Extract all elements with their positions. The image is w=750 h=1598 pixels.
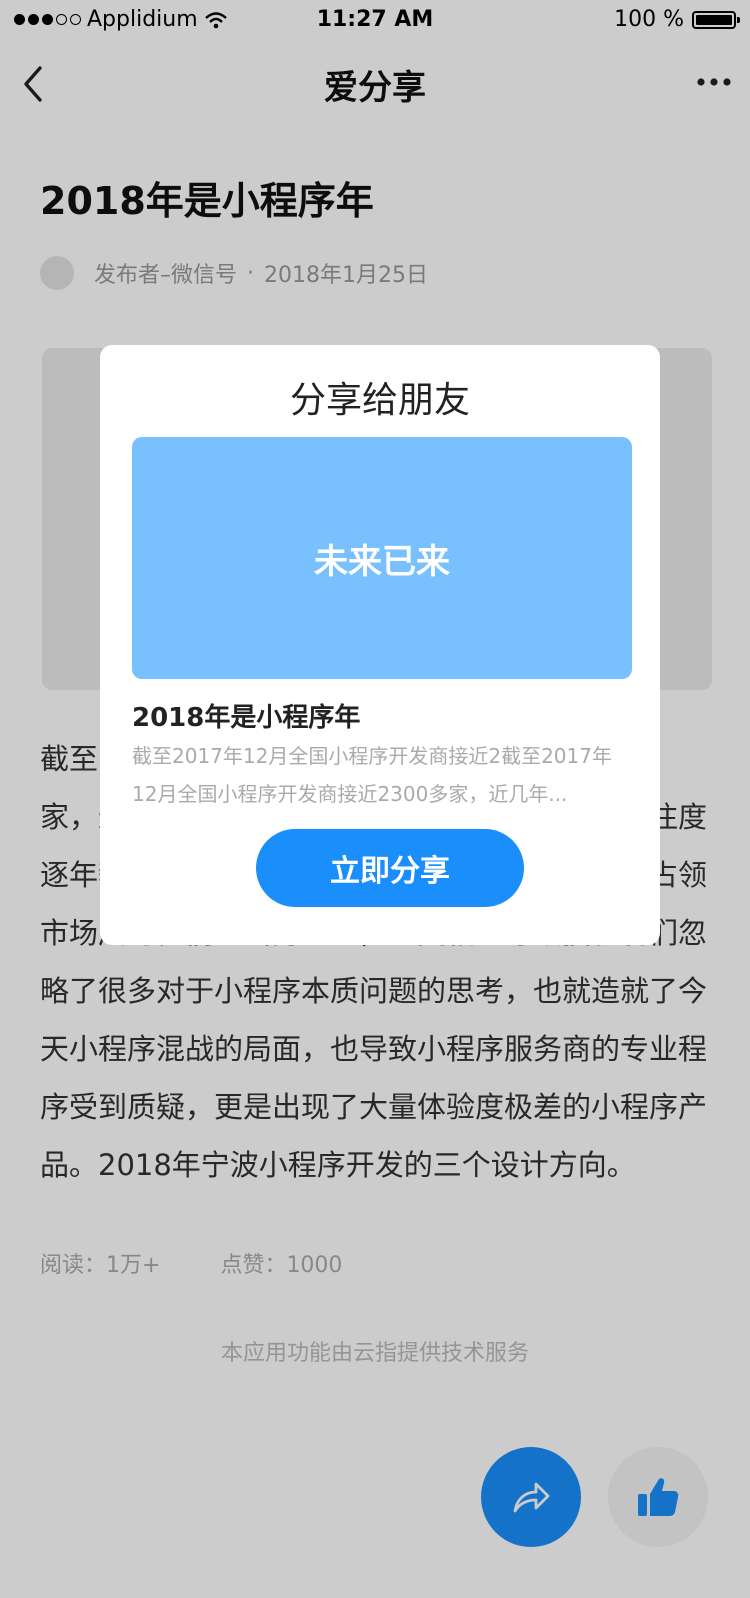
preview-description: 截至2017年12月全国小程序开发商接近2截至2017年12月全国小程序开发商接… [132,744,612,806]
share-preview-card: 未来已来 [132,437,632,679]
share-now-button[interactable]: 立即分享 [256,829,524,907]
share-modal: 分享给朋友 未来已来 2018年是小程序年 截至2017年12月全国小程序开发商… [100,345,660,945]
preview-card-text: 未来已来 [314,541,450,582]
modal-title: 分享给朋友 [289,380,470,421]
preview-title: 2018年是小程序年 [132,703,361,733]
